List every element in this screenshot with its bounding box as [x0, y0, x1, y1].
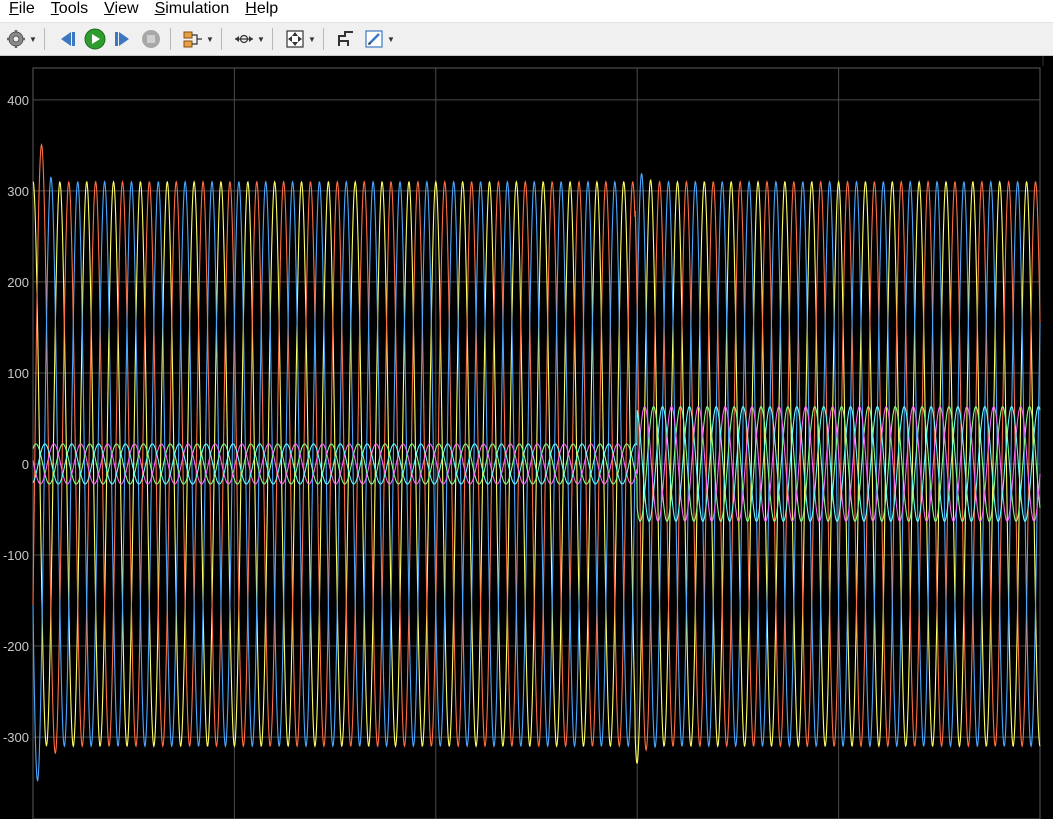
style-icon[interactable]: [362, 27, 386, 51]
menu-mnemonic: V: [104, 0, 115, 17]
toolbar-separator: [272, 28, 273, 50]
toolbar-separator: [221, 28, 222, 50]
step-back-icon[interactable]: [55, 27, 79, 51]
scope-display: -300 -200 -100 0 100 200 300 400: [0, 56, 1053, 820]
signal-highlight-icon[interactable]: [181, 27, 205, 51]
signal-dropdown-icon[interactable]: ▼: [206, 27, 214, 51]
y-tick-label: 400: [7, 93, 29, 108]
zoom-dropdown-icon[interactable]: ▼: [257, 27, 265, 51]
y-tick-label: 300: [7, 184, 29, 199]
toolbar-separator: [44, 28, 45, 50]
y-tick-label: 0: [22, 457, 29, 472]
menu-label: ools: [58, 0, 89, 17]
menu-file[interactable]: File: [0, 0, 43, 22]
style-dropdown-icon[interactable]: ▼: [387, 27, 395, 51]
menu-view[interactable]: View: [96, 0, 146, 22]
autoscale-dropdown-icon[interactable]: ▼: [308, 27, 316, 51]
stop-icon[interactable]: [139, 27, 163, 51]
menu-label: iew: [114, 0, 139, 17]
toolbar: ▼ ▼ ▼ ▼ ▼: [0, 22, 1053, 56]
menu-mnemonic: T: [50, 0, 59, 17]
gear-dropdown-icon[interactable]: ▼: [29, 27, 37, 51]
menu-label: elp: [256, 0, 279, 17]
y-tick-label: -100: [3, 548, 29, 563]
menu-simulation[interactable]: Simulation: [147, 0, 238, 22]
y-tick-label: 200: [7, 275, 29, 290]
cursor-measure-icon[interactable]: [334, 27, 358, 51]
toolbar-separator: [323, 28, 324, 50]
y-tick-label: 100: [7, 366, 29, 381]
menu-mnemonic: S: [154, 0, 166, 17]
menu-bar: File Tools View Simulation Help: [0, 0, 1053, 22]
scope-plot[interactable]: -300 -200 -100 0 100 200 300 400: [0, 56, 1053, 820]
menu-tools[interactable]: Tools: [43, 0, 96, 22]
zoom-axes-icon[interactable]: [232, 27, 256, 51]
menu-label: ile: [18, 0, 35, 17]
autoscale-icon[interactable]: [283, 27, 307, 51]
menu-help[interactable]: Help: [237, 0, 286, 22]
step-forward-icon[interactable]: [111, 27, 135, 51]
y-tick-label: -200: [3, 639, 29, 654]
gear-icon[interactable]: [4, 27, 28, 51]
run-icon[interactable]: [83, 27, 107, 51]
toolbar-separator: [170, 28, 171, 50]
menu-mnemonic: H: [245, 0, 257, 17]
menu-label: imulation: [165, 0, 230, 17]
y-tick-label: -300: [3, 730, 29, 745]
menu-mnemonic: F: [9, 0, 19, 17]
